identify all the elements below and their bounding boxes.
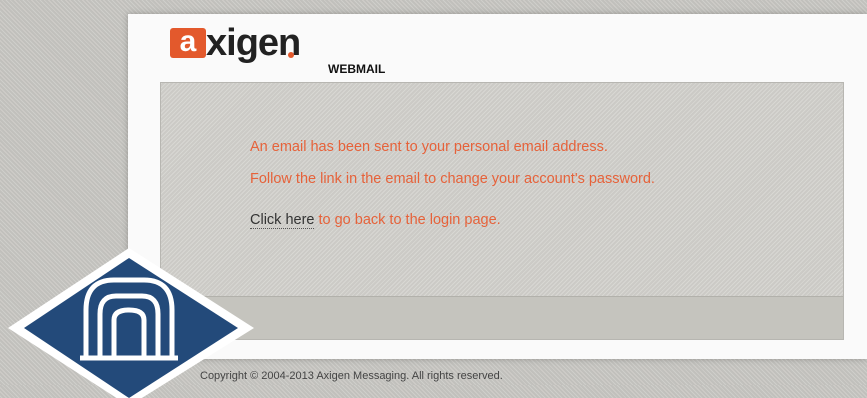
email-sent-message: An email has been sent to your personal …: [250, 139, 608, 155]
follow-link-message: Follow the link in the email to change y…: [250, 171, 655, 187]
logo-letter-badge: a: [170, 27, 206, 58]
back-to-login-message: Click here to go back to the login page.: [250, 212, 501, 229]
logo-word: xigen: [206, 22, 301, 64]
click-here-link[interactable]: Click here: [250, 212, 315, 229]
page-frame: a xigen WEBMAIL An email has been sent t…: [0, 0, 867, 398]
logo-subtitle: WEBMAIL: [328, 62, 386, 76]
logo-dot: [288, 52, 294, 58]
back-to-login-text: to go back to the login page.: [314, 212, 501, 228]
institution-logo-badge: [8, 248, 254, 398]
